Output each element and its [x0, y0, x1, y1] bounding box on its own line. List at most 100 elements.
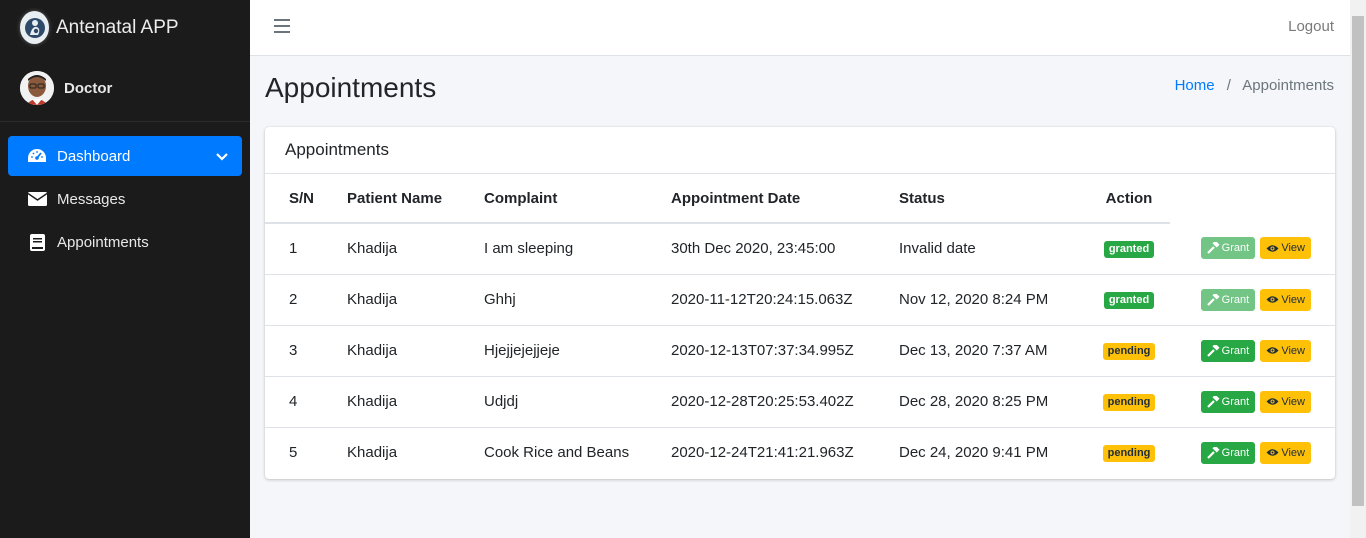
cell-patient-name: Khadija: [347, 223, 484, 275]
cell-sn: 2: [265, 274, 347, 326]
view-button[interactable]: View: [1260, 237, 1311, 260]
cell-status: Dec 24, 2020 9:41 PM: [899, 444, 1049, 462]
view-button[interactable]: View: [1260, 390, 1311, 413]
view-button-label: View: [1281, 293, 1305, 306]
view-button[interactable]: View: [1260, 288, 1311, 311]
status-badge: pending: [1102, 343, 1156, 360]
column-header-status: Status: [899, 174, 1088, 224]
table-row: 5 Khadija Cook Rice and Beans 2020-12-24…: [265, 427, 1335, 478]
cell-patient-name: Khadija: [347, 444, 398, 462]
sidebar-item-label: Dashboard: [57, 147, 131, 165]
cell-status: Invalid date: [899, 223, 1088, 275]
card-title: Appointments: [265, 127, 1335, 174]
cell-badge: granted: [1088, 274, 1170, 326]
logout-link[interactable]: Logout: [1288, 18, 1334, 35]
envelope-icon: [26, 190, 48, 208]
scrollbar[interactable]: [1350, 0, 1366, 538]
app-title: Antenatal APP: [56, 16, 179, 38]
column-header-complaint: Complaint: [484, 174, 671, 224]
gavel-icon: [1206, 242, 1220, 255]
book-icon: [26, 233, 48, 251]
cell-badge: pending: [1088, 376, 1170, 428]
sidebar-item-messages[interactable]: Messages: [8, 179, 242, 219]
cell-status: Dec 13, 2020 7:37 AM: [899, 325, 1088, 377]
cell-sn: 3: [265, 325, 347, 377]
status-badge: granted: [1103, 292, 1155, 309]
sidebar-item-label: Appointments: [57, 233, 149, 251]
cell-sn: 4: [265, 376, 347, 428]
eye-icon: [1266, 449, 1279, 456]
sidebar-nav: Dashboard Messages Appointments: [0, 136, 250, 262]
user-panel[interactable]: Doctor: [0, 55, 250, 122]
breadcrumb: Home / Appointments: [1175, 77, 1334, 94]
grant-button[interactable]: Grant: [1200, 237, 1256, 260]
sidebar-item-label: Messages: [57, 190, 126, 208]
grant-button[interactable]: Grant: [1200, 339, 1256, 362]
sidebar-item-dashboard[interactable]: Dashboard: [8, 136, 242, 176]
column-header-patient-name: Patient Name: [347, 174, 484, 224]
status-badge: pending: [1102, 394, 1156, 411]
cell-sn: 1: [265, 223, 347, 275]
sidebar-item-appointments[interactable]: Appointments: [8, 222, 242, 262]
avatar: [20, 71, 54, 105]
cell-appointment-date: 2020-12-24T21:41:21.963Z: [671, 444, 854, 462]
eye-icon: [1266, 245, 1279, 252]
grant-button[interactable]: Grant: [1200, 288, 1256, 311]
cell-actions: Grant View: [1170, 376, 1335, 428]
breadcrumb-home-link[interactable]: Home: [1175, 77, 1215, 94]
gavel-icon: [1206, 446, 1220, 459]
cell-actions: Grant View: [1170, 223, 1335, 275]
cell-complaint: Ghhj: [484, 274, 671, 326]
cell-badge: pending: [1088, 427, 1170, 478]
gavel-icon: [1206, 344, 1220, 357]
eye-icon: [1266, 296, 1279, 303]
table-row: 3 Khadija Hjejjejejjeje 2020-12-13T07:37…: [265, 325, 1335, 377]
gavel-icon: [1206, 293, 1220, 306]
chevron-down-icon: [216, 148, 228, 165]
column-header-appointment-date: Appointment Date: [671, 174, 899, 224]
table-row: 4 Khadija Udjdj 2020-12-28T20:25:53.402Z…: [265, 376, 1335, 428]
grant-button-label: Grant: [1221, 344, 1250, 357]
status-badge: granted: [1103, 241, 1155, 259]
view-button-label: View: [1281, 344, 1305, 357]
cell-actions: Grant View: [1170, 325, 1335, 377]
user-name: Doctor: [64, 79, 113, 97]
cell-complaint: Udjdj: [484, 376, 671, 428]
cell-patient-name: Khadija: [347, 325, 484, 377]
cell-appointment-date: 30th Dec 2020, 23:45:00: [671, 223, 899, 275]
column-header-action: Action: [1088, 174, 1170, 224]
top-navbar: Logout: [250, 0, 1350, 56]
status-badge: pending: [1102, 445, 1156, 463]
menu-toggle-icon[interactable]: [274, 19, 290, 33]
table-row: 2 Khadija Ghhj 2020-11-12T20:24:15.063Z …: [265, 274, 1335, 326]
grant-button[interactable]: Grant: [1200, 390, 1256, 413]
view-button[interactable]: View: [1260, 441, 1311, 464]
column-header-buttons: [1170, 174, 1335, 223]
grant-button[interactable]: Grant: [1200, 441, 1256, 464]
gavel-icon: [1206, 395, 1220, 408]
cell-patient-name: Khadija: [347, 376, 484, 428]
cell-badge: pending: [1088, 325, 1170, 377]
grant-button-label: Grant: [1221, 293, 1250, 306]
scrollbar-thumb[interactable]: [1352, 16, 1364, 506]
view-button-label: View: [1281, 242, 1305, 255]
table-row: 1 Khadija I am sleeping 30th Dec 2020, 2…: [265, 223, 1335, 275]
cell-actions: Grant View: [1170, 274, 1335, 326]
breadcrumb-separator: /: [1226, 77, 1231, 94]
grant-button-label: Grant: [1221, 395, 1250, 408]
brand[interactable]: Antenatal APP: [0, 0, 250, 55]
cell-complaint: Hjejjejejjeje: [484, 325, 671, 377]
eye-icon: [1266, 347, 1279, 354]
cell-sn: 5: [289, 444, 298, 462]
cell-badge: granted: [1088, 223, 1170, 275]
grant-button-label: Grant: [1221, 446, 1250, 459]
cell-actions: Grant View: [1170, 427, 1335, 478]
breadcrumb-current: Appointments: [1242, 77, 1334, 94]
cell-status: Dec 28, 2020 8:25 PM: [899, 376, 1088, 428]
tachometer-icon: [26, 147, 48, 165]
eye-icon: [1266, 398, 1279, 405]
table-header-row: S/N Patient Name Complaint Appointment D…: [265, 174, 1335, 224]
view-button[interactable]: View: [1260, 339, 1311, 362]
view-button-label: View: [1281, 395, 1305, 408]
appointments-card: Appointments S/N Patient Name Complaint …: [265, 127, 1335, 479]
